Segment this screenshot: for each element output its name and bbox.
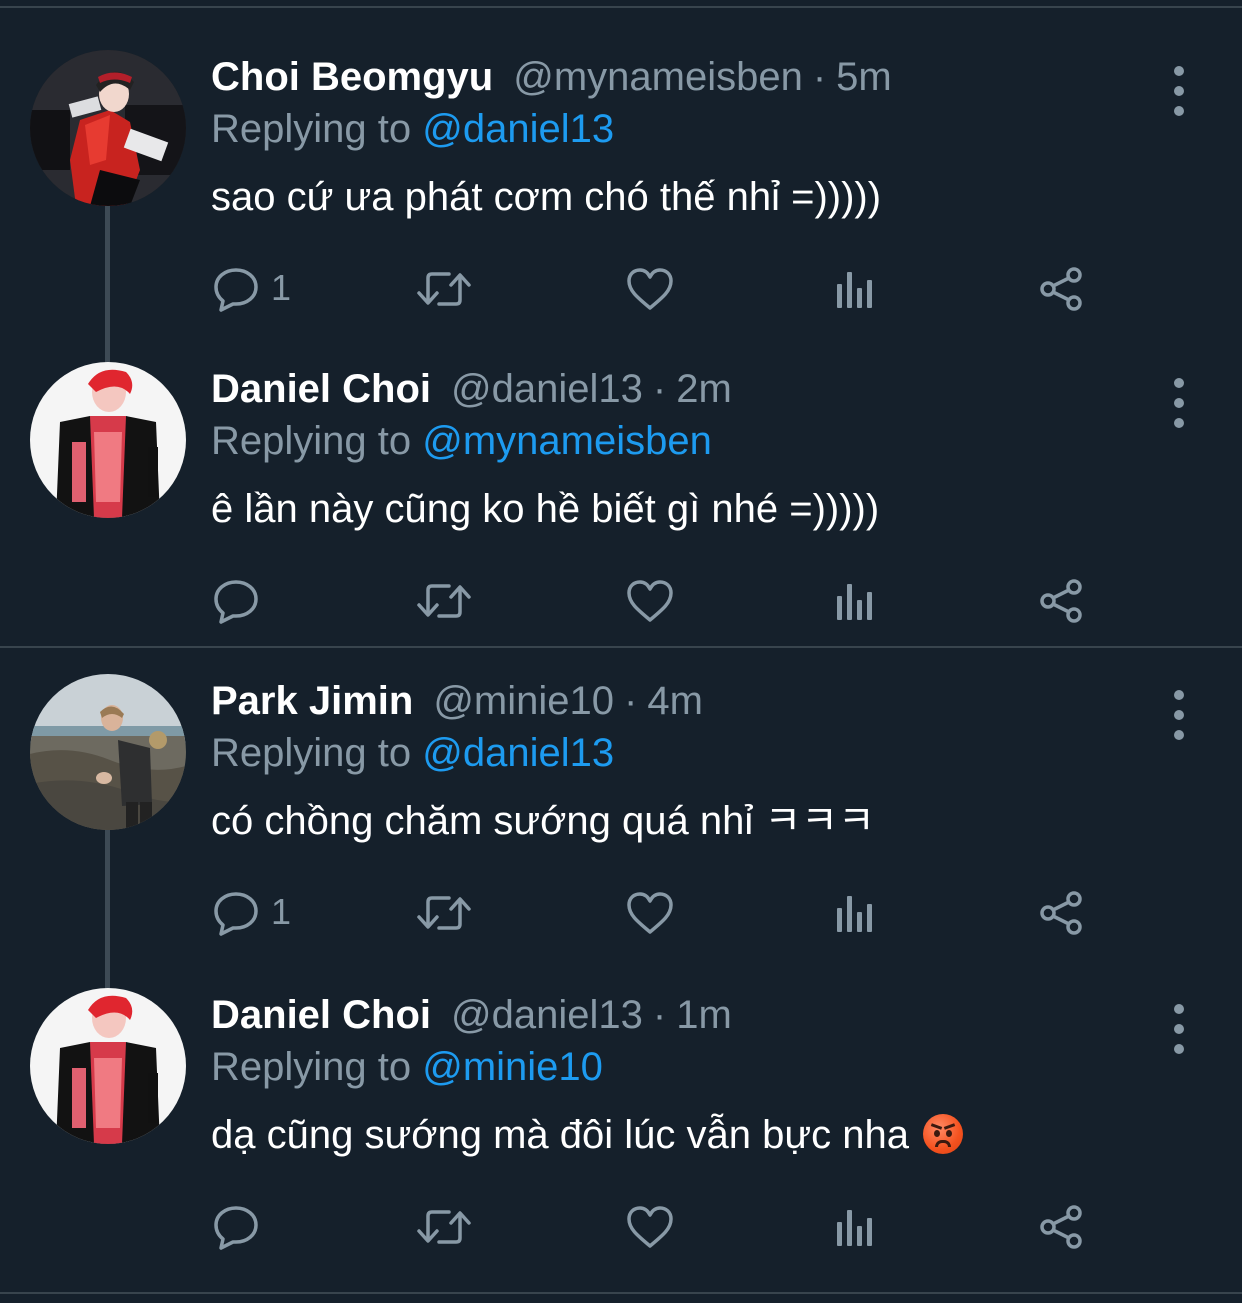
avatar[interactable] bbox=[30, 674, 186, 830]
action-bar: 1 bbox=[211, 258, 1111, 318]
replying-prefix: Replying to bbox=[211, 1045, 423, 1089]
share-icon bbox=[1040, 267, 1082, 311]
display-name[interactable]: Park Jimin bbox=[211, 679, 413, 723]
reply-button[interactable] bbox=[211, 570, 311, 630]
tweet[interactable]: Choi Beomgyu @mynameisben · 5m Replying to … bbox=[0, 50, 1242, 362]
heart-icon bbox=[627, 1206, 673, 1248]
tweet-text: ê lần này cũng ko hề biết gì nhé =))))) bbox=[211, 487, 880, 531]
display-name[interactable]: Choi Beomgyu bbox=[211, 55, 493, 99]
share-button[interactable] bbox=[1039, 882, 1089, 942]
user-handle[interactable]: @minie10 bbox=[433, 679, 614, 723]
mention-link[interactable]: @minie10 bbox=[422, 1045, 603, 1089]
tweet-text: có chồng chăm sướng quá nhỉ ㅋㅋㅋ bbox=[211, 799, 875, 843]
reply-icon bbox=[214, 268, 258, 312]
separator-dot: · bbox=[652, 993, 667, 1037]
analytics-icon bbox=[837, 1210, 872, 1246]
top-divider bbox=[0, 6, 1242, 8]
action-bar bbox=[211, 570, 1111, 630]
heart-icon bbox=[627, 892, 673, 934]
like-button[interactable] bbox=[625, 570, 685, 630]
tweet[interactable]: Daniel Choi @daniel13 · 2m Replying to @myn… bbox=[0, 362, 1242, 674]
reply-button[interactable]: 1 bbox=[211, 258, 311, 318]
tweet-header: Park Jimin @minie10 · 4m bbox=[211, 674, 703, 728]
user-handle[interactable]: @daniel13 bbox=[451, 367, 643, 411]
analytics-icon bbox=[837, 896, 872, 932]
timestamp[interactable]: 2m bbox=[676, 367, 732, 411]
timestamp[interactable]: 5m bbox=[836, 55, 892, 99]
user-handle[interactable]: @mynameisben bbox=[513, 55, 803, 99]
mention-link[interactable]: @daniel13 bbox=[422, 107, 614, 151]
action-bar bbox=[211, 1196, 1111, 1256]
separator-dot: · bbox=[812, 55, 827, 99]
retweet-button[interactable] bbox=[415, 882, 475, 942]
pouting-face-emoji bbox=[922, 1114, 963, 1154]
retweet-button[interactable] bbox=[415, 1196, 475, 1256]
action-bar: 1 bbox=[211, 882, 1111, 942]
replying-to: Replying to @daniel13 bbox=[211, 102, 614, 156]
analytics-icon bbox=[837, 584, 872, 620]
share-icon bbox=[1040, 1205, 1082, 1249]
retweet-icon bbox=[417, 1210, 471, 1244]
avatar[interactable] bbox=[30, 988, 186, 1144]
reply-icon bbox=[214, 892, 258, 936]
replying-to: Replying to @minie10 bbox=[211, 1040, 603, 1094]
retweet-icon bbox=[417, 896, 471, 930]
avatar[interactable] bbox=[30, 362, 186, 518]
reply-button[interactable]: 1 bbox=[211, 882, 311, 942]
separator-dot: · bbox=[652, 367, 667, 411]
replying-to: Replying to @daniel13 bbox=[211, 726, 614, 780]
retweet-icon bbox=[417, 272, 471, 306]
replying-prefix: Replying to bbox=[211, 107, 423, 151]
share-icon bbox=[1040, 891, 1082, 935]
tweet[interactable]: Daniel Choi @daniel13 · 1m Replying to @min… bbox=[0, 988, 1242, 1300]
more-options-icon[interactable] bbox=[1168, 66, 1190, 116]
retweet-icon bbox=[417, 584, 471, 618]
share-button[interactable] bbox=[1039, 570, 1089, 630]
reply-count: 1 bbox=[271, 267, 292, 308]
separator-dot: · bbox=[624, 679, 638, 723]
reply-icon bbox=[214, 580, 258, 624]
like-button[interactable] bbox=[625, 882, 685, 942]
retweet-button[interactable] bbox=[415, 258, 475, 318]
reply-button[interactable] bbox=[211, 1196, 311, 1256]
timestamp[interactable]: 1m bbox=[676, 993, 732, 1037]
tweet-header: Daniel Choi @daniel13 · 1m bbox=[211, 988, 732, 1042]
analytics-button[interactable] bbox=[833, 882, 883, 942]
avatar[interactable] bbox=[30, 50, 186, 206]
analytics-button[interactable] bbox=[833, 258, 883, 318]
user-handle[interactable]: @daniel13 bbox=[451, 993, 643, 1037]
more-options-icon[interactable] bbox=[1168, 1004, 1190, 1054]
replying-to: Replying to @mynameisben bbox=[211, 414, 712, 468]
retweet-button[interactable] bbox=[415, 570, 475, 630]
reply-count: 1 bbox=[271, 891, 292, 932]
tweet-header: Daniel Choi @daniel13 · 2m bbox=[211, 362, 732, 416]
tweet-text: sao cứ ưa phát cơm chó thế nhỉ =))))) bbox=[211, 175, 882, 219]
reply-thread: Choi Beomgyu @mynameisben · 5m Replying to … bbox=[0, 0, 1242, 1303]
tweet-text: dạ cũng sướng mà đôi lúc vẫn bực nha bbox=[211, 1113, 909, 1157]
analytics-icon bbox=[837, 272, 872, 308]
mention-link[interactable]: @mynameisben bbox=[422, 419, 712, 463]
reply-icon bbox=[214, 1206, 258, 1250]
display-name[interactable]: Daniel Choi bbox=[211, 367, 431, 411]
like-button[interactable] bbox=[625, 1196, 685, 1256]
timestamp[interactable]: 4m bbox=[647, 679, 703, 723]
tweet-header: Choi Beomgyu @mynameisben · 5m bbox=[211, 50, 892, 104]
replying-prefix: Replying to bbox=[211, 731, 423, 775]
display-name[interactable]: Daniel Choi bbox=[211, 993, 431, 1037]
mention-link[interactable]: @daniel13 bbox=[422, 731, 614, 775]
share-button[interactable] bbox=[1039, 258, 1089, 318]
share-icon bbox=[1040, 579, 1082, 623]
like-button[interactable] bbox=[625, 258, 685, 318]
replying-prefix: Replying to bbox=[211, 419, 423, 463]
more-options-icon[interactable] bbox=[1168, 690, 1190, 740]
share-button[interactable] bbox=[1039, 1196, 1089, 1256]
more-options-icon[interactable] bbox=[1168, 378, 1190, 428]
heart-icon bbox=[627, 268, 673, 310]
tweet-text-container: dạ cũng sướng mà đôi lúc vẫn bực nha bbox=[211, 1107, 963, 1163]
analytics-button[interactable] bbox=[833, 1196, 883, 1256]
heart-icon bbox=[627, 580, 673, 622]
analytics-button[interactable] bbox=[833, 570, 883, 630]
tweet[interactable]: Park Jimin @minie10 · 4m Replying to @danie… bbox=[0, 674, 1242, 986]
